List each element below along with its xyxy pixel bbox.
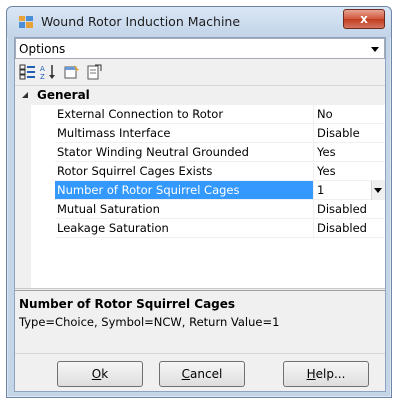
title-bar[interactable]: Wound Rotor Induction Machine x [7, 7, 391, 37]
property-name: Mutual Saturation [55, 200, 313, 219]
property-value[interactable]: Yes [313, 143, 385, 162]
alphabetical-sort-icon[interactable]: A Z [39, 64, 57, 80]
property-name: External Connection to Rotor [55, 105, 313, 124]
help-label: elp... [315, 367, 346, 381]
window-title: Wound Rotor Induction Machine [41, 14, 241, 29]
property-value[interactable]: Disable [313, 124, 385, 143]
category-label: General [37, 88, 90, 102]
property-row-leakage-saturation[interactable]: Leakage Saturation Disabled [15, 219, 385, 238]
property-value[interactable]: No [313, 105, 385, 124]
cancel-label: ancel [190, 367, 223, 381]
chevron-down-icon[interactable] [369, 43, 381, 55]
property-name: Rotor Squirrel Cages Exists [55, 162, 313, 181]
cancel-button[interactable]: Cancel [159, 361, 245, 387]
description-text: Type=Choice, Symbol=NCW, Return Value=1 [19, 315, 280, 329]
property-value: 1 [317, 183, 325, 197]
property-value[interactable]: Disabled [313, 200, 385, 219]
collapse-triangle-icon[interactable] [21, 91, 29, 99]
chevron-down-icon [374, 188, 382, 193]
help-mnemonic: H [306, 367, 316, 381]
property-row-multimass[interactable]: Multimass Interface Disable [15, 124, 385, 143]
close-button[interactable]: x [343, 9, 385, 29]
ok-mnemonic: O [91, 367, 102, 381]
dialog-client: Options A Z General External Connection … [14, 37, 386, 392]
property-toolbar: A Z [15, 60, 385, 84]
property-value[interactable]: Yes [313, 162, 385, 181]
property-row-mutual-saturation[interactable]: Mutual Saturation Disabled [15, 200, 385, 219]
help-button[interactable]: Help... [283, 361, 369, 387]
svg-text:Z: Z [40, 73, 45, 80]
property-name: Stator Winding Neutral Grounded [55, 143, 313, 162]
export-icon[interactable] [85, 64, 103, 80]
categorized-icon[interactable] [19, 64, 37, 80]
category-row-general[interactable]: General [15, 86, 385, 105]
button-bar: Ok Cancel Help... [15, 353, 385, 391]
property-row-number-of-cages[interactable]: Number of Rotor Squirrel Cages 1 [15, 181, 385, 200]
property-value-dropdown[interactable]: 1 [313, 181, 385, 200]
property-name: Number of Rotor Squirrel Cages [55, 181, 313, 200]
svg-text:A: A [40, 65, 45, 73]
app-icon [19, 16, 33, 28]
value-dropdown-button[interactable] [371, 181, 385, 200]
ok-button[interactable]: Ok [57, 361, 143, 387]
cancel-mnemonic: C [181, 367, 191, 381]
property-row-squirrel-cages-exists[interactable]: Rotor Squirrel Cages Exists Yes [15, 162, 385, 181]
close-icon: x [360, 12, 368, 26]
description-panel: Number of Rotor Squirrel Cages Type=Choi… [15, 290, 385, 352]
property-pages-icon[interactable] [63, 64, 81, 80]
dialog-window: Wound Rotor Induction Machine x Options … [6, 6, 392, 398]
property-grid: General External Connection to Rotor No … [15, 85, 385, 289]
property-row-stator-neutral[interactable]: Stator Winding Neutral Grounded Yes [15, 143, 385, 162]
property-row-external-connection[interactable]: External Connection to Rotor No [15, 105, 385, 124]
property-name: Leakage Saturation [55, 219, 313, 238]
combobox-value: Options [19, 42, 66, 56]
property-name: Multimass Interface [55, 124, 313, 143]
options-combobox[interactable]: Options [15, 38, 385, 59]
property-value[interactable]: Disabled [313, 219, 385, 238]
description-title: Number of Rotor Squirrel Cages [19, 297, 236, 311]
ok-label: k [101, 367, 109, 381]
